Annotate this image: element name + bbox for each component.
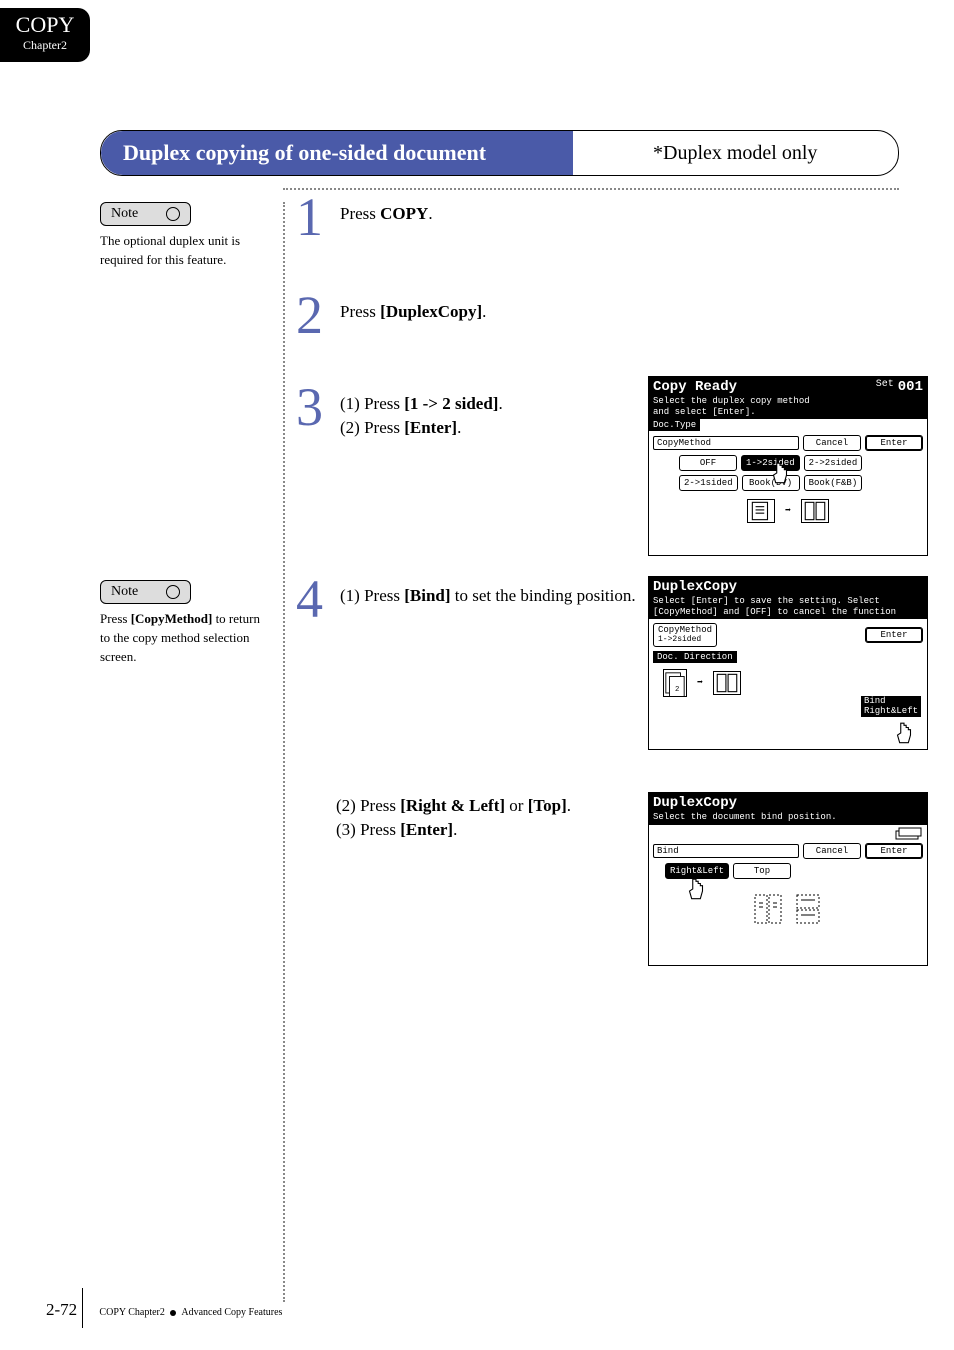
copymethod-label: CopyMethod bbox=[653, 436, 799, 450]
set-count: 001 bbox=[898, 379, 923, 396]
page-number: 2-72 bbox=[46, 1300, 77, 1319]
note-box-2: Note Press [CopyMethod] to return to the… bbox=[100, 580, 270, 667]
bind-rl-icon bbox=[753, 893, 783, 927]
step-4: 4 (1) Press [Bind] to set the binding po… bbox=[296, 572, 660, 626]
step-2: 2 Press [DuplexCopy]. bbox=[296, 288, 660, 342]
step-text: Press COPY. bbox=[340, 190, 660, 224]
lcd-screen-copy-ready: Copy Ready 001 Set Select the duplex cop… bbox=[648, 376, 928, 556]
copymethod-button[interactable]: CopyMethod 1->2sided bbox=[653, 623, 717, 647]
note-dot-icon bbox=[166, 207, 180, 221]
bind-label: Bind bbox=[653, 844, 799, 858]
step-number: 3 bbox=[296, 380, 336, 434]
set-label: Set bbox=[876, 379, 894, 391]
pointing-hand-icon bbox=[683, 877, 709, 903]
screen-title: DuplexCopy bbox=[653, 579, 737, 595]
chapter-tab: COPY Chapter2 bbox=[0, 8, 90, 62]
section-title: Duplex copying of one-sided document bbox=[101, 131, 573, 175]
doc-type-tab[interactable]: Doc.Type bbox=[649, 419, 700, 431]
duplex-page-icon bbox=[801, 499, 829, 523]
doc-direction-tab[interactable]: Doc. Direction bbox=[653, 651, 737, 663]
enter-button[interactable]: Enter bbox=[865, 435, 923, 451]
pointing-hand-icon bbox=[767, 461, 793, 487]
page-icon bbox=[747, 499, 775, 523]
screen-msg: Select the document bind position. bbox=[653, 812, 923, 823]
screen-msg: and select [Enter]. bbox=[653, 407, 923, 418]
screen-msg: Select the duplex copy method bbox=[653, 396, 923, 407]
cancel-button[interactable]: Cancel bbox=[803, 843, 861, 859]
section-heading-bar: Duplex copying of one-sided document *Du… bbox=[100, 130, 899, 176]
cancel-button[interactable]: Cancel bbox=[803, 435, 861, 451]
note-label: Note bbox=[111, 206, 138, 222]
note-text: Press [CopyMethod] to return to the copy… bbox=[100, 610, 270, 667]
arrow-icon: ➡ bbox=[697, 677, 703, 689]
section-aside: *Duplex model only bbox=[573, 142, 817, 165]
step-1: 1 Press COPY. bbox=[296, 190, 660, 244]
step-3: 3 (1) Press [1 -> 2 sided]. (2) Press [E… bbox=[296, 380, 660, 442]
step-text: (1) Press [1 -> 2 sided]. (2) Press [Ent… bbox=[340, 380, 660, 442]
step-text: (2) Press [Right & Left] or [Top]. (3) P… bbox=[336, 796, 656, 844]
tab-title: COPY bbox=[0, 12, 90, 38]
screen-title: Copy Ready bbox=[653, 379, 737, 395]
step-text: Press [DuplexCopy]. bbox=[340, 288, 660, 322]
dotted-rule-vertical bbox=[283, 202, 285, 1302]
lcd-screen-bind-position: DuplexCopy Select the document bind posi… bbox=[648, 792, 928, 966]
step-number: 2 bbox=[296, 288, 336, 342]
note-box-1: Note The optional duplex unit is require… bbox=[100, 202, 270, 270]
svg-text:2: 2 bbox=[675, 686, 679, 694]
two-to-two-sided-button[interactable]: 2->2sided bbox=[804, 455, 863, 471]
duplex-page-icon bbox=[713, 671, 741, 695]
note-pill: Note bbox=[100, 202, 191, 226]
arrow-icon: ➡ bbox=[785, 505, 791, 517]
lcd-screen-duplex-bind: DuplexCopy Select [Enter] to save the se… bbox=[648, 576, 928, 750]
screen-title: DuplexCopy bbox=[653, 795, 737, 811]
note-pill: Note bbox=[100, 580, 191, 604]
off-button[interactable]: OFF bbox=[679, 455, 737, 471]
step-number: 1 bbox=[296, 190, 336, 244]
step-4-continued: (2) Press [Right & Left] or [Top]. (3) P… bbox=[336, 796, 656, 844]
top-button[interactable]: Top bbox=[733, 863, 791, 879]
step-number: 4 bbox=[296, 572, 336, 626]
screen-msg: Select [Enter] to save the setting. Sele… bbox=[653, 596, 923, 607]
bind-button[interactable]: Bind Right&Left bbox=[861, 696, 921, 718]
page-footer: 2-72 COPY Chapter2 Advanced Copy Feature… bbox=[46, 1300, 282, 1320]
tab-subtitle: Chapter2 bbox=[0, 38, 90, 53]
screen-msg: [CopyMethod] and [OFF] to cancel the fun… bbox=[653, 607, 923, 618]
note-text: The optional duplex unit is required for… bbox=[100, 232, 270, 270]
book-fb-button[interactable]: Book(F&B) bbox=[804, 475, 863, 491]
enter-button[interactable]: Enter bbox=[865, 627, 923, 643]
bind-top-icon bbox=[793, 893, 823, 927]
footer-crumb: Advanced Copy Features bbox=[181, 1307, 282, 1318]
pointing-hand-icon bbox=[891, 721, 917, 747]
bullet-icon bbox=[170, 1310, 176, 1316]
note-label: Note bbox=[111, 584, 138, 600]
note-dot-icon bbox=[166, 585, 180, 599]
step-text: (1) Press [Bind] to set the binding posi… bbox=[340, 572, 660, 610]
two-to-one-sided-button[interactable]: 2->1sided bbox=[679, 475, 738, 491]
tray-icon bbox=[895, 827, 923, 845]
enter-button[interactable]: Enter bbox=[865, 843, 923, 859]
pages-12-icon: 12 bbox=[663, 669, 687, 697]
footer-crumb: COPY Chapter2 bbox=[99, 1307, 164, 1318]
